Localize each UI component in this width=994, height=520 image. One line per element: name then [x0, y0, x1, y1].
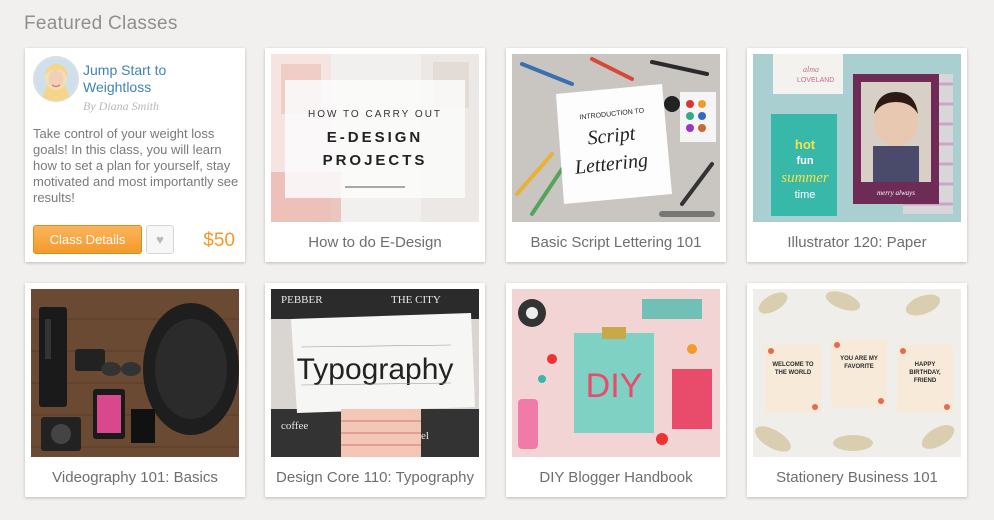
class-title[interactable]: Illustrator 120: Paper [753, 222, 961, 262]
image-text: WELCOME TO THE WORLD [772, 362, 814, 376]
author-name: By Diana Smith [83, 99, 159, 113]
image-text: merry always [877, 189, 915, 197]
image-text: summer [781, 170, 829, 186]
class-title[interactable]: Basic Script Lettering 101 [512, 222, 720, 262]
class-card[interactable]: DIY DIY Blogger Handbook [506, 283, 726, 497]
image-text: PROJECTS [323, 152, 428, 169]
class-thumbnail[interactable]: PEBBER THE CITY coffee el Typography [271, 289, 479, 457]
class-card-detail[interactable]: Jump Start to Weightloss By Diana Smith … [25, 48, 245, 262]
class-title[interactable]: Design Core 110: Typography [271, 457, 479, 497]
class-card[interactable]: WELCOME TO THE WORLD YOU ARE MY FAVORITE… [747, 283, 967, 497]
svg-text:PEBBER: PEBBER [281, 294, 323, 306]
svg-text:THE CITY: THE CITY [391, 294, 441, 306]
image-text: HOW TO CARRY OUT [308, 109, 442, 120]
class-title[interactable]: Videography 101: Basics [31, 457, 239, 497]
svg-text:el: el [421, 430, 429, 442]
class-thumbnail[interactable]: INTRODUCTION TO Script Lettering [512, 54, 720, 222]
class-title-link[interactable]: Jump Start to Weightloss [83, 62, 233, 96]
favorite-button[interactable]: ♥ [146, 225, 174, 254]
class-thumbnail[interactable]: WELCOME TO THE WORLD YOU ARE MY FAVORITE… [753, 289, 961, 457]
image-text: alma [803, 65, 819, 74]
section-title: Featured Classes [24, 13, 178, 34]
image-text: E-DESIGN [327, 129, 424, 146]
heart-icon: ♥ [156, 232, 164, 247]
image-text: HAPPY BIRTHDAY, FRIEND [909, 362, 941, 384]
class-card[interactable]: Videography 101: Basics [25, 283, 245, 497]
class-thumbnail[interactable] [31, 289, 239, 457]
class-thumbnail[interactable]: alma LOVELAND hot fun summer time merry … [753, 54, 961, 222]
class-thumbnail[interactable]: DIY [512, 289, 720, 457]
svg-text:coffee: coffee [281, 420, 308, 432]
image-text: time [795, 189, 816, 201]
class-description: Take control of your weight loss goals! … [33, 126, 239, 205]
class-title[interactable]: Stationery Business 101 [753, 457, 961, 497]
image-text: YOU ARE MY FAVORITE [840, 356, 878, 370]
image-text: fun [796, 155, 813, 167]
class-title[interactable]: How to do E-Design [271, 222, 479, 262]
class-thumbnail[interactable]: HOW TO CARRY OUT E-DESIGN PROJECTS [271, 54, 479, 222]
image-text: DIY [586, 367, 643, 405]
class-card[interactable]: HOW TO CARRY OUT E-DESIGN PROJECTS How t… [265, 48, 485, 262]
class-details-button[interactable]: Class Details [33, 225, 142, 254]
avatar[interactable] [33, 56, 79, 102]
image-text: hot [795, 137, 816, 152]
class-card[interactable]: PEBBER THE CITY coffee el Typography Design… [265, 283, 485, 497]
price: $50 [203, 230, 235, 251]
class-card[interactable]: alma LOVELAND hot fun summer time merry … [747, 48, 967, 262]
class-card[interactable]: INTRODUCTION TO Script Lettering Basic S… [506, 48, 726, 262]
class-title[interactable]: DIY Blogger Handbook [512, 457, 720, 497]
image-text: LOVELAND [797, 77, 834, 84]
image-text: Typography [297, 353, 454, 386]
